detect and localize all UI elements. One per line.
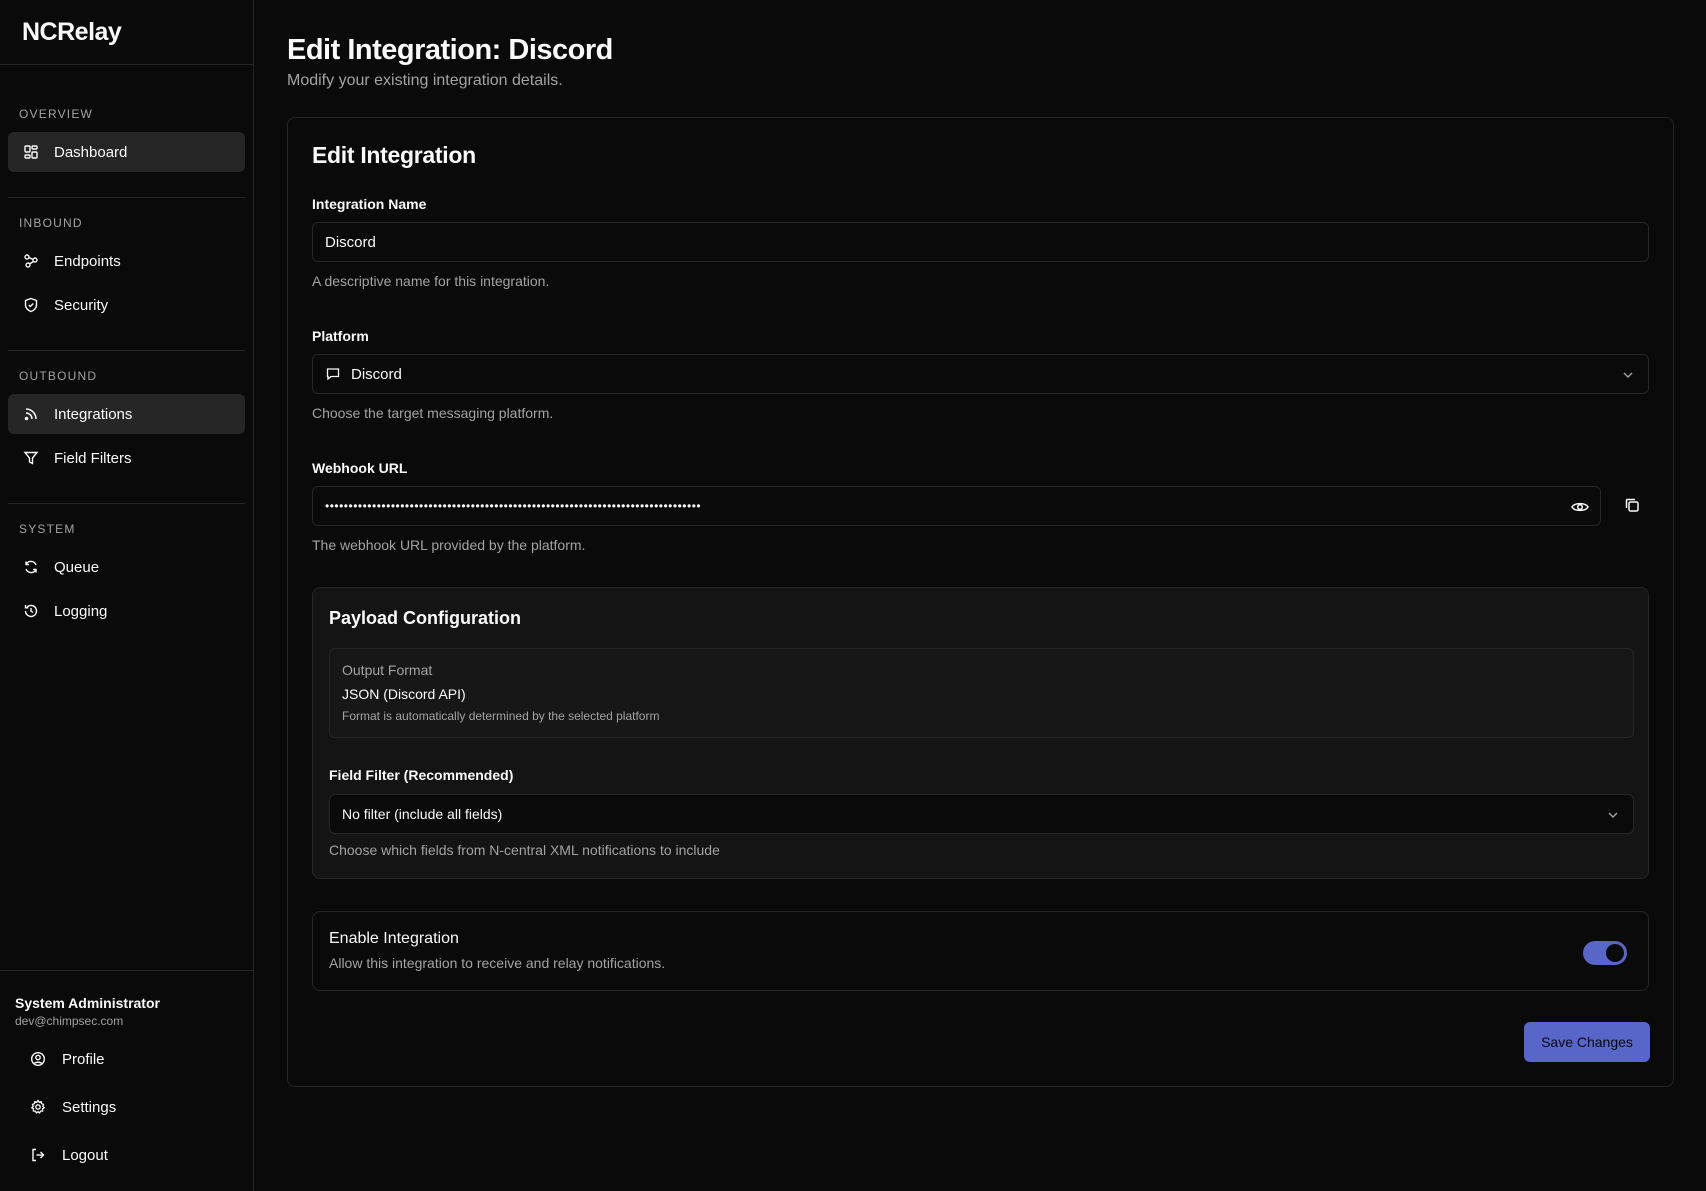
platform-value: Discord — [351, 365, 402, 383]
settings-label: Settings — [62, 1098, 117, 1116]
sidebar-item-endpoints[interactable]: Endpoints — [8, 241, 245, 281]
refresh-icon — [25, 560, 37, 574]
logout-label: Logout — [62, 1146, 108, 1164]
save-changes-button[interactable]: Save Changes — [1524, 1022, 1650, 1062]
webhook-url-label: Webhook URL — [312, 460, 408, 476]
field-filter-value: No filter (include all fields) — [342, 806, 503, 822]
logout-icon — [32, 1148, 45, 1162]
integration-name-hint: A descriptive name for this integration. — [312, 273, 550, 289]
sidebar-item-security[interactable]: Security — [8, 285, 245, 325]
enable-title: Enable Integration — [329, 930, 459, 947]
dashboard-icon — [24, 145, 38, 159]
field-filter-hint: Choose which fields from N-central XML n… — [329, 842, 720, 858]
output-format-note: Format is automatically determined by th… — [342, 709, 660, 723]
platform-select[interactable]: Discord — [312, 354, 1649, 394]
page-subtitle: Modify your existing integration details… — [287, 72, 563, 89]
webhook-url-hint: The webhook URL provided by the platform… — [312, 537, 586, 553]
filter-icon — [23, 451, 39, 465]
sidebar-item-label: Endpoints — [54, 252, 121, 270]
edit-integration-card: Edit Integration Integration Name Discor… — [287, 117, 1674, 1087]
enable-integration-row: Enable Integration Allow this integratio… — [312, 911, 1649, 991]
sidebar-item-field-filters[interactable]: Field Filters — [8, 438, 245, 478]
toggle-knob — [1606, 944, 1624, 962]
copy-button[interactable] — [1615, 488, 1649, 522]
webhook-url-input[interactable]: ••••••••••••••••••••••••••••••••••••••••… — [312, 486, 1601, 526]
integration-name-label: Integration Name — [312, 196, 427, 212]
payload-title: Payload Configuration — [329, 608, 522, 628]
divider — [8, 503, 245, 504]
output-format-box: Output Format JSON (Discord API) Format … — [329, 648, 1634, 738]
endpoints-icon — [24, 254, 38, 268]
card-title: Edit Integration — [312, 142, 476, 168]
history-icon — [24, 604, 38, 618]
user-circle-icon — [30, 1051, 46, 1067]
message-square-icon — [326, 368, 340, 381]
app-logo: NCRelay — [0, 0, 253, 65]
sidebar-item-logging[interactable]: Logging — [8, 591, 245, 631]
section-title: SYSTEM — [19, 522, 76, 536]
section-title: INBOUND — [19, 216, 83, 230]
chevron-down-icon — [1608, 812, 1618, 818]
webhook-url-value: ••••••••••••••••••••••••••••••••••••••••… — [325, 499, 702, 513]
divider — [8, 197, 245, 198]
sidebar-item-integrations[interactable]: Integrations — [8, 394, 245, 434]
nav-section-system: SYSTEM Queue Logging — [0, 519, 253, 631]
eye-icon[interactable] — [1570, 497, 1590, 517]
sidebar-item-dashboard[interactable]: Dashboard — [8, 132, 245, 172]
settings-link[interactable]: Settings — [22, 1087, 232, 1127]
section-title: OVERVIEW — [19, 107, 94, 121]
profile-link[interactable]: Profile — [22, 1039, 232, 1079]
payload-configuration: Payload Configuration Output Format JSON… — [312, 587, 1649, 879]
sidebar-item-label: Queue — [54, 558, 100, 576]
sidebar-item-queue[interactable]: Queue — [8, 547, 245, 587]
shield-icon — [24, 297, 38, 313]
profile-label: Profile — [62, 1050, 105, 1068]
user-email: dev@chimpsec.com — [15, 1014, 124, 1028]
copy-icon — [1625, 498, 1639, 512]
sidebar-item-label: Security — [54, 296, 109, 314]
platform-hint: Choose the target messaging platform. — [312, 405, 554, 421]
gear-icon — [30, 1099, 46, 1114]
sidebar: NCRelay OVERVIEW Dashboard INBOUND Endpo… — [0, 0, 254, 1191]
user-name: System Administrator — [15, 995, 160, 1011]
output-format-value: JSON (Discord API) — [342, 686, 466, 702]
platform-label: Platform — [312, 328, 369, 344]
sidebar-item-label: Logging — [54, 602, 108, 620]
chevron-down-icon — [1623, 372, 1633, 378]
sidebar-footer: System Administrator dev@chimpsec.com Pr… — [0, 970, 253, 1191]
nav-section-inbound: INBOUND Endpoints Security — [0, 213, 253, 325]
divider — [8, 350, 245, 351]
nav-section-overview: OVERVIEW Dashboard — [0, 104, 253, 172]
field-filter-select[interactable]: No filter (include all fields) — [329, 794, 1634, 834]
nav-section-outbound: OUTBOUND Integrations Field Filters — [0, 366, 253, 478]
field-filter-label: Field Filter (Recommended) — [329, 767, 514, 783]
sidebar-item-label: Dashboard — [54, 143, 128, 161]
section-title: OUTBOUND — [19, 369, 98, 383]
output-format-label: Output Format — [342, 662, 433, 678]
logout-link[interactable]: Logout — [22, 1135, 232, 1175]
integration-name-value: Discord — [325, 233, 376, 251]
enable-description: Allow this integration to receive and re… — [329, 955, 666, 971]
rss-icon — [24, 408, 37, 421]
sidebar-item-label: Field Filters — [54, 449, 132, 467]
integration-name-input[interactable]: Discord — [312, 222, 1649, 262]
page-title: Edit Integration: Discord — [287, 34, 613, 66]
enable-toggle[interactable] — [1583, 941, 1627, 965]
sidebar-item-label: Integrations — [54, 405, 133, 423]
